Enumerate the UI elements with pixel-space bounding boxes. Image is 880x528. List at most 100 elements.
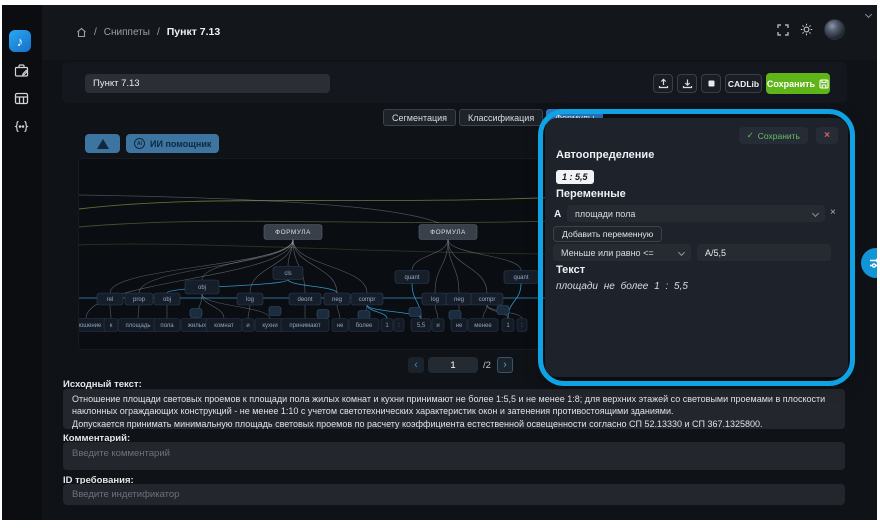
graph-node[interactable]: к	[104, 319, 118, 332]
panel-save-button[interactable]: ✓ Сохранить	[739, 127, 808, 144]
graph-node[interactable]: не	[451, 319, 467, 332]
svg-text:log: log	[431, 297, 439, 303]
save-button[interactable]: Сохранить	[766, 73, 830, 94]
graph-node[interactable]: 1	[381, 319, 393, 332]
user-avatar[interactable]	[824, 19, 845, 40]
graph-edge	[483, 305, 487, 319]
portfolio-edit-icon[interactable]	[13, 62, 30, 79]
sliders-icon	[869, 256, 877, 270]
graph-node[interactable]: log	[237, 293, 263, 305]
breadcrumb-sep: /	[94, 27, 97, 38]
svg-text:neg: neg	[332, 297, 342, 303]
variable-remove-button[interactable]: ×	[830, 207, 836, 218]
expression-input[interactable]	[697, 244, 831, 261]
snippet-name-input[interactable]	[85, 74, 330, 93]
top-header: / Сниппеты / Пункт 7.13	[42, 5, 877, 60]
graph-node[interactable]: neg	[324, 293, 350, 305]
graph-node[interactable]: ФОРМУЛА	[419, 225, 477, 240]
graph-edge	[448, 240, 487, 294]
breadcrumb-sep: /	[157, 27, 160, 38]
graph-node[interactable]: принимают	[281, 319, 329, 332]
graph-node[interactable]	[317, 310, 329, 319]
graph-node[interactable]: obj	[185, 280, 219, 294]
upload-button[interactable]	[653, 74, 673, 93]
graph-node[interactable]: ФОРМУЛА	[264, 225, 322, 240]
home-icon[interactable]	[76, 27, 87, 38]
graph-node[interactable]: не	[332, 319, 348, 332]
warning-triangle-button[interactable]	[85, 134, 120, 153]
theme-sun-icon[interactable]	[800, 23, 813, 36]
graph-node[interactable]	[190, 309, 202, 318]
graph-node[interactable]: log	[422, 293, 448, 305]
breadcrumb-section[interactable]: Сниппеты	[104, 27, 150, 38]
svg-text:не: не	[337, 323, 344, 329]
formula-editor-panel: ✓ Сохранить × Автоопределение 1 : 5,5 Пе…	[545, 118, 848, 377]
graph-node[interactable]	[449, 311, 461, 320]
svg-text:compr: compr	[359, 297, 376, 303]
fullscreen-icon[interactable]	[776, 23, 789, 36]
svg-text:менее: менее	[474, 323, 492, 329]
ai-icon: AI	[134, 138, 145, 149]
triangle-icon	[97, 139, 109, 149]
graph-node[interactable]	[358, 311, 370, 320]
graph-node[interactable]: cls	[273, 267, 303, 280]
graph-node[interactable]: пола	[154, 319, 180, 332]
graph-node[interactable]: compr	[351, 293, 383, 305]
requirement-id-input[interactable]	[63, 484, 845, 505]
graph-node[interactable]: более	[349, 319, 379, 332]
svg-text:ФОРМУЛА: ФОРМУЛА	[275, 229, 311, 236]
operator-select[interactable]: Меньше или равно <=	[553, 244, 691, 261]
graph-node[interactable]: quant	[504, 271, 538, 284]
svg-text:жилых: жилых	[188, 323, 206, 329]
graph-node[interactable]: obj	[154, 293, 180, 305]
graph-node[interactable]: compr	[471, 293, 503, 305]
svg-text:площадь: площадь	[125, 323, 150, 329]
graph-node[interactable]: :	[517, 319, 527, 332]
logo-glyph: ♪	[17, 34, 24, 49]
graph-node[interactable]: и	[432, 319, 444, 332]
comment-input[interactable]	[63, 442, 845, 470]
graph-node[interactable]: комнат	[206, 319, 242, 332]
app-window: ♪ / Снип	[2, 5, 877, 520]
download-button[interactable]	[677, 74, 697, 93]
graph-node[interactable]: 5,5	[411, 319, 431, 332]
svg-text:deont: deont	[297, 297, 312, 303]
graph-edge	[435, 305, 438, 319]
source-paragraph: Отношение площади световых проемов к пло…	[72, 393, 836, 418]
svg-text:комнат: комнат	[214, 323, 234, 329]
graph-edge	[337, 305, 340, 319]
graph-node[interactable]: neg	[446, 293, 472, 305]
cadlib-button[interactable]: CADLib	[725, 74, 762, 93]
panel-toggle-button[interactable]	[861, 248, 877, 278]
graph-node[interactable]: и	[242, 319, 254, 332]
graph-node[interactable]	[269, 307, 281, 316]
ai-assistant-button[interactable]: AI ИИ помощник	[126, 134, 219, 153]
svg-text:принимают: принимают	[289, 323, 320, 329]
stop-square-button[interactable]	[701, 74, 721, 93]
graph-edge	[110, 305, 111, 319]
page-prev-button[interactable]: ‹	[408, 357, 424, 373]
graph-node[interactable]: площадь	[118, 319, 158, 332]
graph-node[interactable]: rel	[97, 293, 123, 305]
panel-close-button[interactable]: ×	[816, 127, 838, 144]
variable-value-select[interactable]: площади пола	[567, 205, 825, 222]
graph-edge	[448, 240, 521, 271]
page-number-input[interactable]	[428, 357, 478, 373]
graph-node[interactable]: prop	[125, 293, 153, 305]
page-next-button[interactable]: ›	[497, 357, 513, 373]
svg-text:более: более	[356, 323, 373, 329]
add-variable-button[interactable]: Добавить переменную	[553, 226, 662, 242]
graph-node[interactable]: 1	[502, 319, 514, 332]
graph-node[interactable]: кухни	[255, 319, 285, 332]
app-logo[interactable]: ♪	[9, 30, 31, 52]
graph-node[interactable]: deont	[289, 293, 321, 305]
graph-node[interactable]: менее	[468, 319, 498, 332]
code-snippet-icon[interactable]	[13, 118, 30, 135]
table-icon[interactable]	[13, 90, 30, 107]
graph-node[interactable]	[409, 308, 421, 317]
graph-node[interactable]	[497, 306, 509, 315]
graph-node[interactable]: quant	[395, 271, 429, 284]
tab-item[interactable]: Классификация	[459, 109, 543, 126]
tab-item[interactable]: Сегментация	[383, 109, 456, 126]
graph-node[interactable]: :	[394, 319, 404, 332]
